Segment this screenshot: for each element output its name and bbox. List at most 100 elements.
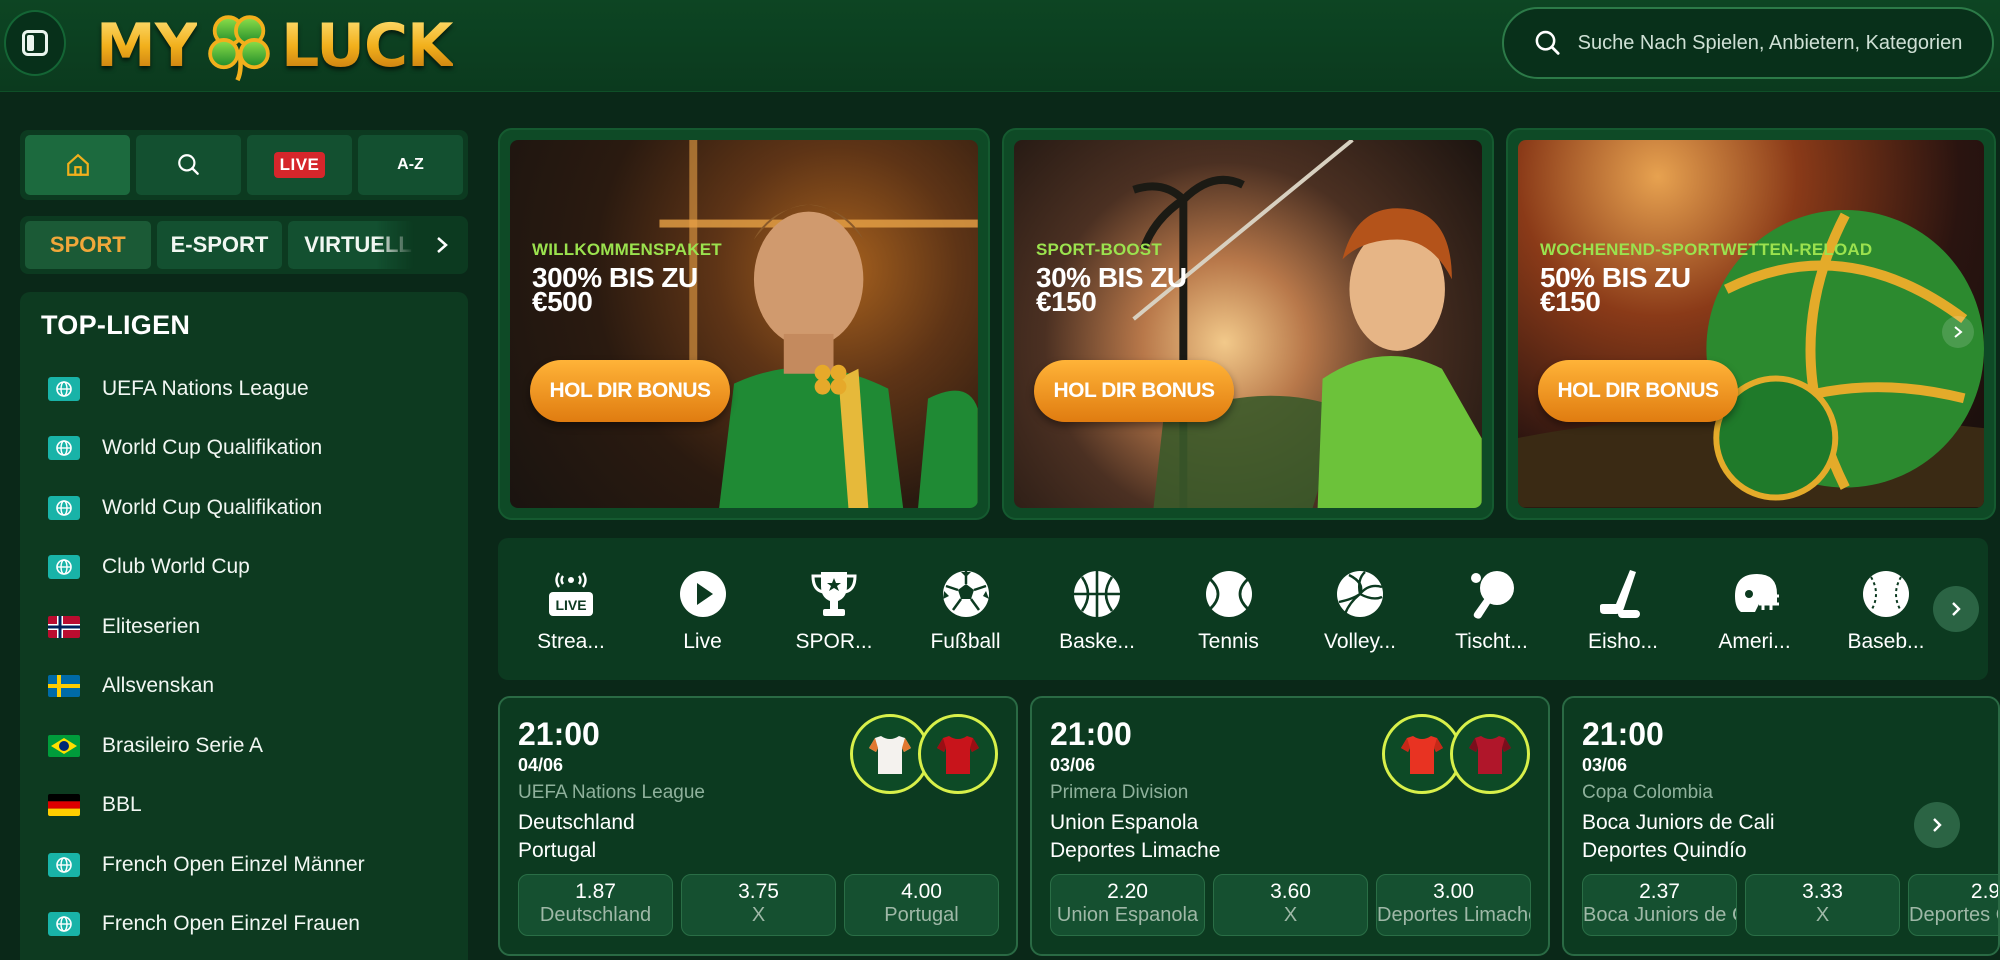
sport-nav-label: Ameri... — [1718, 630, 1791, 653]
promo-banner-sport-boost[interactable]: SPORT-BOOST 30% BIS ZU €150 HOL DIR BONU… — [1002, 128, 1494, 520]
away-jersey-icon — [918, 714, 998, 794]
globe-icon — [48, 555, 80, 580]
odds-label: X — [1283, 904, 1298, 926]
banner-next-arrow[interactable] — [1942, 316, 1974, 348]
search-input[interactable] — [1577, 31, 1992, 55]
odds-button[interactable]: 2.37Boca Juniors de Cali — [1582, 874, 1737, 936]
play-icon — [648, 566, 758, 622]
sport-nav-label: Eisho... — [1587, 630, 1659, 653]
search-icon — [1535, 30, 1560, 55]
odds-button[interactable]: 2.9Deportes Quindío — [1908, 874, 2000, 936]
soccer-ball-icon — [911, 566, 1021, 622]
league-label: Eliteserien — [102, 614, 201, 638]
match-card[interactable]: 21:00 04/06 UEFA Nations League Deutschland… — [498, 696, 1018, 956]
sport-nav-item[interactable]: Live — [648, 566, 758, 654]
sport-nav-item[interactable]: Ameri... — [1700, 566, 1810, 654]
league-item[interactable]: UEFA Nations League — [41, 359, 468, 419]
sport-nav-item[interactable]: Baseb... — [1831, 566, 1941, 654]
search-bar[interactable] — [1502, 7, 1994, 79]
team-jerseys — [1382, 714, 1530, 794]
tab-esport[interactable]: E-SPORT — [156, 221, 283, 269]
promo-banner-welcome[interactable]: WILLKOMMENSPAKET 300% BIS ZU €500 HOL DI… — [498, 128, 990, 520]
sport-nav-item[interactable]: Eisho... — [1568, 566, 1678, 654]
league-item[interactable]: Eliteserien — [41, 597, 468, 657]
sport-nav-item[interactable]: Tischt... — [1437, 566, 1547, 654]
odds-button[interactable]: 1.87 Deutschland — [518, 874, 673, 936]
league-label: World Cup Qualifikation — [102, 436, 323, 460]
odds-label: Deportes Limache — [1377, 904, 1531, 926]
hockey-stick-icon — [1568, 566, 1678, 622]
live-button[interactable]: LIVE — [247, 135, 352, 195]
league-item[interactable]: World Cup Qualifikation — [41, 478, 468, 538]
odds-button[interactable]: 3.00 Deportes Limache — [1376, 874, 1531, 936]
odds-value: 3.00 — [1433, 880, 1474, 903]
odds-value: 2.9 — [1970, 880, 2000, 903]
sidebar-toggle-button[interactable] — [4, 10, 66, 76]
league-item[interactable]: French Open Einzel Männer — [41, 835, 468, 895]
baseball-icon — [1831, 566, 1941, 622]
claim-bonus-button[interactable]: HOL DIR BONUS — [1034, 360, 1234, 422]
sport-nav-label: Tennis — [1198, 630, 1259, 653]
banner-title-line2: €150 — [1540, 286, 1601, 317]
sport-nav-item[interactable]: SPOR... — [779, 566, 889, 654]
odds-label: Union Espanola — [1056, 904, 1199, 926]
league-item[interactable]: Club World Cup — [41, 538, 468, 598]
away-team: Portugal — [518, 839, 597, 862]
sport-nav-item[interactable]: Volley... — [1305, 566, 1415, 654]
tab-sport[interactable]: SPORT — [25, 221, 151, 269]
league-item[interactable]: World Cup Qualifikation — [41, 419, 468, 479]
sport-nav-item[interactable]: Fußball — [911, 566, 1021, 654]
volleyball-icon — [1305, 566, 1415, 622]
basketball-icon — [1042, 566, 1152, 622]
flag-brazil-icon — [48, 734, 80, 757]
chevron-right-icon — [1954, 326, 1963, 338]
banner-subtitle: WILLKOMMENSPAKET — [532, 240, 722, 259]
odds-row: 1.87 Deutschland 3.75 X 4.00 Portugal — [518, 874, 999, 936]
sports-category-nav: LIVE Strea... Live SPOR... Fußball Baske... Te… — [498, 538, 1988, 680]
odds-row: 2.20 Union Espanola 3.60 X 3.00 Deportes Lima… — [1050, 874, 1531, 936]
league-label: World Cup Qualifikation — [102, 495, 323, 519]
odds-button[interactable]: 3.33 X — [1745, 874, 1900, 936]
league-item[interactable]: BBL — [41, 776, 468, 836]
odds-button[interactable]: 2.20 Union Espanola — [1050, 874, 1205, 936]
promo-banner-weekend-reload[interactable]: WOCHENEND-SPORTWETTEN-RELOAD 50% BIS ZU … — [1506, 128, 1996, 520]
table-tennis-icon — [1437, 566, 1547, 622]
odds-label: X — [1815, 904, 1830, 926]
league-item[interactable]: French Open Einzel Frauen — [41, 895, 468, 955]
claim-bonus-button[interactable]: HOL DIR BONUS — [1538, 360, 1738, 422]
banner-title: 300% BIS ZU €500 — [532, 264, 698, 317]
chevron-right-icon — [1952, 602, 1961, 616]
odds-button[interactable]: 4.00 Portugal — [844, 874, 999, 936]
sport-nav-label: Baseb... — [1847, 630, 1925, 653]
az-button[interactable]: A-Z — [358, 135, 463, 195]
odds-value: 4.00 — [901, 880, 942, 903]
sport-nav-item[interactable]: Baske... — [1042, 566, 1152, 654]
odds-row: 2.37Boca Juniors de Cali3.33X2.9Deportes… — [1582, 874, 2000, 936]
search-button[interactable] — [136, 135, 241, 195]
flag-germany-icon — [48, 794, 80, 817]
league-label: Allsvenskan — [102, 674, 215, 698]
top-header: MY LUCK — [0, 0, 2000, 92]
sidebar: LIVE A-Z SPORT E-SPORT VIRTUELL TOP-LIGE… — [20, 130, 468, 960]
sidebar-icon — [22, 30, 48, 56]
sports-nav-next-button[interactable] — [1933, 586, 1979, 632]
golden-ball-illustration — [1518, 209, 1984, 508]
league-label: Club World Cup — [102, 555, 250, 579]
odds-button[interactable]: 3.75 X — [681, 874, 836, 936]
league-item[interactable]: Allsvenskan — [41, 657, 468, 717]
odds-button[interactable]: 3.60 X — [1213, 874, 1368, 936]
match-league: Copa Colombia — [1582, 782, 1713, 803]
banner-title-line2: €500 — [532, 286, 593, 317]
away-jersey-icon — [1450, 714, 1530, 794]
sport-nav-item[interactable]: LIVE Strea... — [516, 566, 626, 654]
tabs-next-button[interactable] — [420, 221, 463, 269]
match-card[interactable]: 21:00 03/06 Primera Division Union Espanola… — [1030, 696, 1550, 956]
matches-next-button[interactable] — [1914, 802, 1960, 848]
sport-nav-item[interactable]: Tennis — [1174, 566, 1284, 654]
odds-label: Portugal — [884, 904, 959, 926]
league-item[interactable]: Brasileiro Serie A — [41, 716, 468, 776]
logo[interactable]: MY LUCK — [96, 6, 454, 86]
home-button[interactable] — [25, 135, 130, 195]
claim-bonus-button[interactable]: HOL DIR BONUS — [530, 360, 730, 422]
tab-virtuell[interactable]: VIRTUELL — [288, 221, 415, 269]
